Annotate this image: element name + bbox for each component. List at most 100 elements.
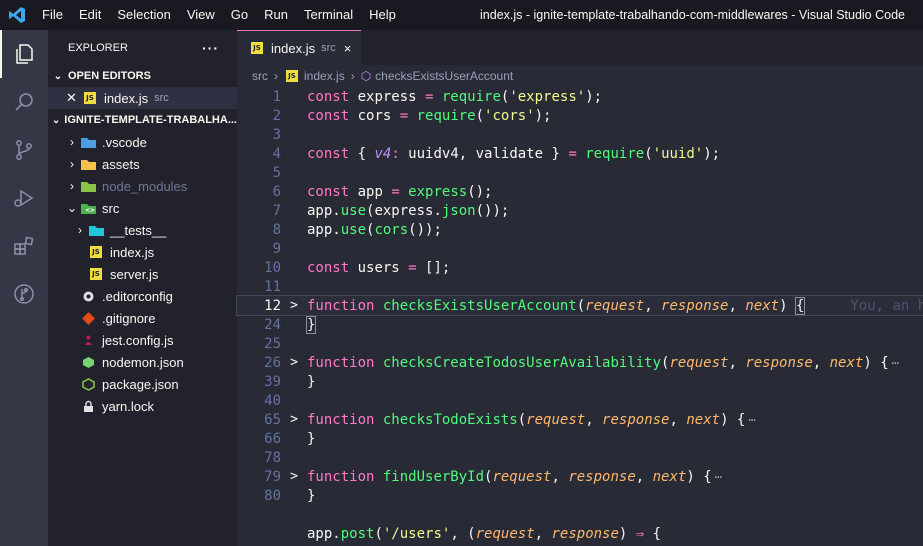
tree-item-index-js[interactable]: JS index.js	[48, 241, 237, 263]
open-editor-item[interactable]: ✕ JS index.js src	[48, 87, 237, 109]
code-line: 4 const { v4: uuidv4, validate } = requir…	[237, 144, 923, 163]
git-icon	[80, 311, 96, 325]
explorer-sidebar: EXPLORER ··· ⌄ OPEN EDITORS ✕ JS index.j…	[48, 30, 237, 546]
folder-icon	[80, 157, 96, 171]
tree-item-package-json[interactable]: package.json	[48, 373, 237, 395]
code-line-current: 12 > function checksExistsUserAccount(requ…	[236, 295, 923, 316]
line-number: 11	[264, 278, 281, 295]
tab-bar: JS index.js src ×	[237, 30, 923, 65]
menu-file[interactable]: File	[34, 0, 71, 30]
tree-item-label: jest.config.js	[102, 332, 174, 348]
line-number: 39	[264, 373, 281, 390]
source-control-icon[interactable]	[0, 126, 48, 174]
editorconfig-icon	[80, 289, 96, 303]
explorer-header: EXPLORER ···	[48, 30, 237, 65]
code-line: 80}	[237, 486, 923, 505]
menu-terminal[interactable]: Terminal	[296, 0, 361, 30]
tree-item-assets[interactable]: › assets	[48, 153, 237, 175]
fold-chevron-icon[interactable]: >	[281, 469, 307, 484]
close-icon[interactable]: ×	[344, 41, 352, 56]
tree-item-tests[interactable]: › __tests__	[48, 219, 237, 241]
tree-item-node-modules[interactable]: › node_modules	[48, 175, 237, 197]
nodemon-icon	[80, 355, 96, 369]
tree-item-server-js[interactable]: JS server.js	[48, 263, 237, 285]
breadcrumb-file[interactable]: index.js	[304, 69, 345, 83]
project-section[interactable]: ⌄ IGNITE-TEMPLATE-TRABALHA...	[48, 109, 237, 131]
chevron-right-icon: ›	[78, 223, 82, 237]
code-line: app. post('/users', (request, response) ⇒…	[307, 525, 662, 542]
line-number: 26	[264, 354, 281, 371]
code-line: 39}	[237, 372, 923, 391]
tree-item-label: package.json	[102, 376, 179, 392]
line-number: 80	[264, 487, 281, 504]
tree-item-label: yarn.lock	[102, 398, 155, 414]
folded-ellipsis[interactable]: ⋯	[748, 413, 755, 427]
chevron-right-icon: ›	[350, 69, 355, 83]
line-number: 10	[264, 259, 281, 276]
code-line: 79 > function findUserById(request, respon…	[237, 467, 923, 486]
tree-item-gitignore[interactable]: .gitignore	[48, 307, 237, 329]
tab-index-js[interactable]: JS index.js src ×	[237, 30, 362, 65]
tree-item-vscode[interactable]: › .vscode	[48, 131, 237, 153]
tree-item-src[interactable]: ⌄ <> src	[48, 197, 237, 219]
extensions-icon[interactable]	[0, 222, 48, 270]
line-number: 40	[264, 392, 281, 409]
js-file-icon: JS	[84, 92, 96, 104]
line-number: 2	[272, 107, 281, 124]
folded-ellipsis[interactable]: ⋯	[715, 470, 722, 484]
menu-view[interactable]: View	[179, 0, 223, 30]
tab-label: index.js	[271, 40, 316, 56]
line-number: 78	[264, 449, 281, 466]
files-icon[interactable]	[0, 30, 48, 78]
menu-bar: File Edit Selection View Go Run Terminal…	[34, 0, 404, 30]
fold-chevron-icon[interactable]: >	[281, 298, 307, 313]
code-line: 2 const cors = require('cors');	[237, 106, 923, 125]
nodejs-icon	[80, 377, 96, 391]
line-number: 9	[272, 240, 281, 257]
tree-item-jest-config[interactable]: jest.config.js	[48, 329, 237, 351]
line-number: 5	[272, 164, 281, 181]
fold-chevron-icon[interactable]: >	[281, 412, 307, 427]
code-line: 10 const users = [];	[237, 258, 923, 277]
code-line: 78	[237, 448, 923, 467]
line-number: 79	[264, 468, 281, 485]
breadcrumb-symbol[interactable]: checksExistsUserAccount	[375, 69, 513, 83]
line-number: 6	[272, 183, 281, 200]
menu-run[interactable]: Run	[256, 0, 296, 30]
more-actions-icon[interactable]: ···	[202, 40, 219, 56]
tree-item-nodemon[interactable]: nodemon.json	[48, 351, 237, 373]
breadcrumb-folder[interactable]: src	[252, 69, 268, 83]
close-icon[interactable]: ✕	[66, 90, 82, 106]
tree-item-label: src	[102, 200, 120, 216]
menu-help[interactable]: Help	[361, 0, 404, 30]
folded-ellipsis[interactable]: ⋯	[892, 356, 899, 370]
menu-go[interactable]: Go	[223, 0, 256, 30]
tab-folder: src	[321, 42, 336, 54]
line-number: 1	[272, 88, 281, 105]
tree-item-yarn-lock[interactable]: yarn.lock	[48, 395, 237, 417]
open-editors-label: OPEN EDITORS	[68, 70, 151, 82]
open-editors-section[interactable]: ⌄ OPEN EDITORS	[48, 65, 237, 87]
tree-item-label: .editorconfig	[102, 288, 173, 304]
menu-edit[interactable]: Edit	[71, 0, 109, 30]
fold-chevron-icon[interactable]: >	[281, 355, 307, 370]
function-symbol-icon: ⬡	[360, 69, 372, 83]
run-debug-icon[interactable]	[0, 174, 48, 222]
menu-selection[interactable]: Selection	[109, 0, 178, 30]
vscode-logo-icon	[0, 0, 34, 30]
tree-item-label: node_modules	[102, 178, 188, 194]
line-number: 65	[264, 411, 281, 428]
code-line: 9	[237, 239, 923, 258]
chevron-down-icon: ⌄	[53, 70, 63, 82]
tree-item-editorconfig[interactable]: .editorconfig	[48, 285, 237, 307]
git-graph-icon[interactable]	[0, 270, 48, 318]
src-folder-open-icon: <>	[80, 201, 96, 215]
code-line: 65 > function checksTodoExists(request, re…	[237, 410, 923, 429]
open-editor-folder: src	[154, 92, 169, 104]
search-icon[interactable]	[0, 78, 48, 126]
line-number: 24	[264, 316, 281, 333]
chevron-right-icon: ›	[274, 69, 278, 83]
code-line: 1 const express = require('express');	[237, 87, 923, 106]
code-editor[interactable]: 1 const express = require('express'); 2 co…	[236, 87, 923, 546]
